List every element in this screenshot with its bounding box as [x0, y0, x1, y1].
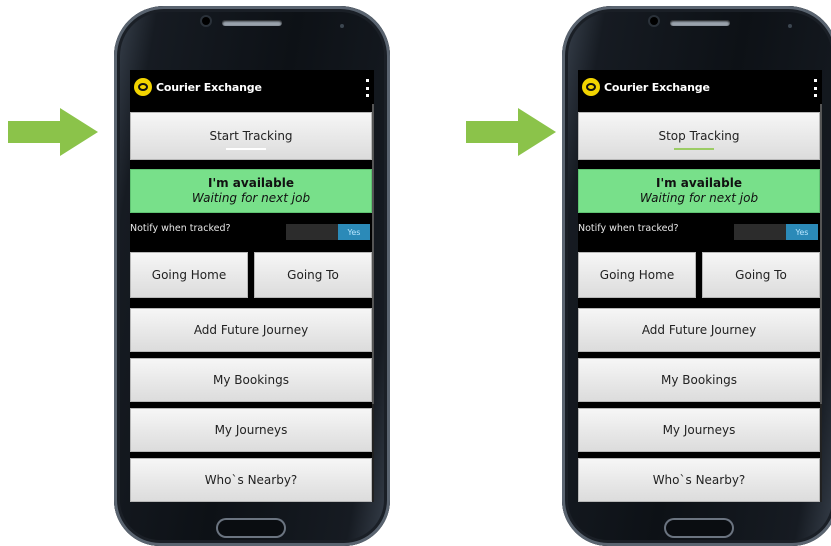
app-title: Courier Exchange	[156, 80, 262, 94]
going-home-label: Going Home	[151, 268, 227, 282]
overflow-menu-icon[interactable]	[364, 79, 370, 97]
going-home-button[interactable]: Going Home	[578, 252, 696, 298]
sensor-dot	[340, 24, 344, 28]
whos-nearby-label: Who`s Nearby?	[652, 473, 746, 487]
going-to-label: Going To	[287, 268, 339, 282]
scrollbar-thumb[interactable]	[372, 104, 374, 404]
pointer-arrow-icon	[466, 108, 556, 156]
app-logo-icon	[134, 78, 152, 96]
action-bar: Courier Exchange	[130, 70, 374, 104]
status-subtitle: Waiting for next job	[639, 191, 759, 205]
notify-toggle[interactable]: Yes	[286, 224, 370, 240]
speaker-grille	[222, 20, 282, 26]
phone-left: Courier Exchange Start Tracking I'm avai…	[114, 6, 390, 546]
my-journeys-button[interactable]: My Journeys	[578, 408, 820, 452]
notify-label: Notify when tracked?	[130, 223, 231, 234]
whos-nearby-button[interactable]: Who`s Nearby?	[130, 458, 372, 502]
status-title: I'm available	[207, 176, 294, 190]
app-screen: Courier Exchange Start Tracking I'm avai…	[130, 70, 374, 502]
going-to-label: Going To	[735, 268, 787, 282]
my-journeys-label: My Journeys	[662, 423, 736, 437]
tracking-button[interactable]: Stop Tracking	[578, 112, 820, 160]
scrollbar-thumb[interactable]	[820, 104, 822, 404]
status-title: I'm available	[655, 176, 742, 190]
overflow-menu-icon[interactable]	[812, 79, 818, 97]
going-to-button[interactable]: Going To	[702, 252, 820, 298]
notify-label: Notify when tracked?	[578, 223, 679, 234]
going-home-button[interactable]: Going Home	[130, 252, 248, 298]
my-journeys-button[interactable]: My Journeys	[130, 408, 372, 452]
my-bookings-label: My Bookings	[213, 373, 289, 387]
app-logo-icon	[582, 78, 600, 96]
my-journeys-label: My Journeys	[214, 423, 288, 437]
home-button[interactable]	[218, 520, 284, 536]
sensor-dot	[788, 24, 792, 28]
home-button[interactable]	[666, 520, 732, 536]
tracking-button-label: Start Tracking	[209, 129, 293, 143]
add-future-journey-button[interactable]: Add Future Journey	[578, 308, 820, 352]
whos-nearby-button[interactable]: Who`s Nearby?	[578, 458, 820, 502]
phone-right: Courier Exchange Stop Tracking I'm avail…	[562, 6, 831, 546]
toggle-on-label: Yes	[338, 224, 370, 240]
my-bookings-button[interactable]: My Bookings	[130, 358, 372, 402]
app-title: Courier Exchange	[604, 80, 710, 94]
app-screen: Courier Exchange Stop Tracking I'm avail…	[578, 70, 822, 502]
toggle-on-label: Yes	[786, 224, 818, 240]
tracking-button-label: Stop Tracking	[658, 129, 740, 143]
add-future-journey-label: Add Future Journey	[641, 323, 757, 337]
my-bookings-label: My Bookings	[661, 373, 737, 387]
front-camera-icon	[650, 17, 658, 25]
add-future-journey-button[interactable]: Add Future Journey	[130, 308, 372, 352]
status-subtitle: Waiting for next job	[191, 191, 311, 205]
going-to-button[interactable]: Going To	[254, 252, 372, 298]
action-bar: Courier Exchange	[578, 70, 822, 104]
whos-nearby-label: Who`s Nearby?	[204, 473, 298, 487]
tracking-indicator	[674, 148, 714, 150]
pointer-arrow-icon	[8, 108, 98, 156]
availability-status[interactable]: I'm available Waiting for next job	[578, 169, 820, 213]
going-home-label: Going Home	[599, 268, 675, 282]
tracking-indicator	[226, 148, 266, 150]
notify-toggle[interactable]: Yes	[734, 224, 818, 240]
add-future-journey-label: Add Future Journey	[193, 323, 309, 337]
availability-status[interactable]: I'm available Waiting for next job	[130, 169, 372, 213]
my-bookings-button[interactable]: My Bookings	[578, 358, 820, 402]
front-camera-icon	[202, 17, 210, 25]
speaker-grille	[670, 20, 730, 26]
tracking-button[interactable]: Start Tracking	[130, 112, 372, 160]
